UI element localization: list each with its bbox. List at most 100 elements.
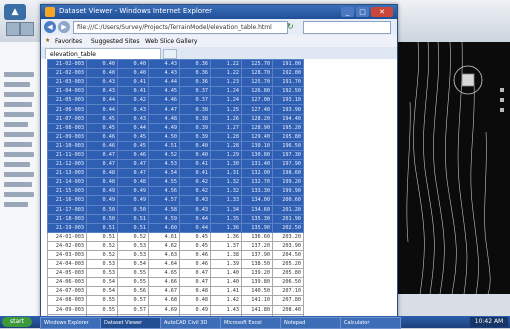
table-cell[interactable]: 0.50 xyxy=(117,204,149,215)
table-cell[interactable]: 0.48 xyxy=(117,177,149,188)
table-cell[interactable]: 0.42 xyxy=(179,186,211,197)
table-cell[interactable]: 0.44 xyxy=(179,213,211,224)
table-row[interactable]: 21-06-003 0.44 0.43 4.47 0.38 1.25 127.40 193.9… xyxy=(47,104,304,115)
table-cell[interactable]: 0.45 xyxy=(179,240,211,251)
table-row[interactable]: 21-12-003 0.47 0.47 4.53 0.41 1.30 131.40 197.9… xyxy=(47,159,304,170)
tree-item[interactable] xyxy=(4,92,34,97)
table-cell[interactable]: 0.45 xyxy=(117,140,149,151)
table-cell[interactable]: 0.47 xyxy=(179,277,211,288)
table-cell[interactable]: 4.46 xyxy=(148,95,180,106)
table-cell[interactable]: 4.45 xyxy=(148,86,180,97)
table-cell[interactable]: 126.80 xyxy=(241,86,273,97)
table-cell[interactable]: 0.43 xyxy=(117,104,149,115)
table-cell[interactable]: 198.60 xyxy=(272,168,304,179)
table-cell[interactable]: 21-13-003 xyxy=(47,168,87,179)
table-cell[interactable]: 0.49 xyxy=(86,195,118,206)
table-cell[interactable]: 127.40 xyxy=(241,104,273,115)
favorites-link[interactable]: Suggested Sites xyxy=(91,38,139,45)
table-cell[interactable]: 191.00 xyxy=(272,59,304,70)
table-cell[interactable]: 196.50 xyxy=(272,140,304,151)
table-row[interactable]: 24-08-003 0.55 0.57 4.68 0.48 1.42 141.10 207.8… xyxy=(47,295,304,306)
table-row[interactable]: 21-17-003 0.50 0.50 4.58 0.43 1.34 134.60 201.2… xyxy=(47,204,304,215)
table-cell[interactable]: 132.00 xyxy=(241,168,273,179)
table-cell[interactable]: 0.42 xyxy=(179,177,211,188)
table-row[interactable]: 21-09-003 0.46 0.45 4.50 0.39 1.28 129.40 195.8… xyxy=(47,131,304,142)
table-cell[interactable]: 195.80 xyxy=(272,131,304,142)
table-cell[interactable]: 197.30 xyxy=(272,149,304,161)
table-cell[interactable]: 203.20 xyxy=(272,231,304,242)
table-cell[interactable]: 205.20 xyxy=(272,259,304,270)
table-cell[interactable]: 24-03-003 xyxy=(47,249,87,261)
table-cell[interactable]: 201.20 xyxy=(272,204,304,215)
table-row[interactable]: 21-13-003 0.48 0.47 4.54 0.41 1.31 132.00 198.6… xyxy=(47,168,304,179)
table-row[interactable]: 21-04-003 0.43 0.41 4.45 0.37 1.24 126.80 192.5… xyxy=(47,86,304,97)
table-cell[interactable]: 0.46 xyxy=(86,131,118,142)
table-cell[interactable]: 4.52 xyxy=(148,149,180,161)
table-cell[interactable]: 0.57 xyxy=(117,295,149,306)
table-cell[interactable]: 21-16-003 xyxy=(47,195,87,206)
table-cell[interactable]: 0.55 xyxy=(86,304,118,315)
table-cell[interactable]: 127.00 xyxy=(241,95,273,106)
table-cell[interactable]: 136.60 xyxy=(241,231,273,242)
table-row[interactable]: 24-09-003 0.55 0.57 4.69 0.49 1.43 141.80 208.4… xyxy=(47,304,304,315)
table-cell[interactable]: 21-09-003 xyxy=(47,131,87,142)
table-cell[interactable]: 1.22 xyxy=(210,59,242,70)
table-cell[interactable]: 0.36 xyxy=(179,77,211,88)
table-cell[interactable]: 193.10 xyxy=(272,95,304,106)
table-cell[interactable]: 137.90 xyxy=(241,249,273,261)
table-cell[interactable]: 0.57 xyxy=(117,304,149,315)
taskbar-item[interactable]: Microsoft Excel xyxy=(220,317,281,329)
tree-item[interactable] xyxy=(4,152,34,157)
tree-item[interactable] xyxy=(4,142,32,147)
table-cell[interactable]: 4.61 xyxy=(148,231,180,242)
table-cell[interactable]: 201.90 xyxy=(272,213,304,224)
tree-item[interactable] xyxy=(4,72,34,77)
table-cell[interactable]: 0.43 xyxy=(86,86,118,97)
table-cell[interactable]: 1.28 xyxy=(210,140,242,151)
table-row[interactable]: 21-10-003 0.46 0.45 4.51 0.40 1.28 130.10 196.5… xyxy=(47,140,304,151)
table-cell[interactable]: 141.10 xyxy=(241,295,273,306)
table-cell[interactable]: 0.52 xyxy=(86,240,118,251)
table-row[interactable]: 21-18-003 0.50 0.51 4.59 0.44 1.35 135.30 201.9… xyxy=(47,213,304,224)
start-button[interactable]: start xyxy=(2,317,32,327)
table-cell[interactable]: 0.40 xyxy=(86,59,118,70)
table-cell[interactable]: 1.43 xyxy=(210,304,242,315)
table-cell[interactable]: 0.48 xyxy=(179,286,211,297)
table-cell[interactable]: 4.50 xyxy=(148,131,180,142)
browser-titlebar[interactable]: Dataset Viewer - Windows Internet Explor… xyxy=(41,5,397,19)
table-cell[interactable]: 0.41 xyxy=(179,159,211,170)
table-cell[interactable]: 4.43 xyxy=(148,68,180,79)
table-row[interactable]: 21-08-003 0.45 0.44 4.49 0.39 1.27 128.90 195.2… xyxy=(47,122,304,133)
table-cell[interactable]: 1.38 xyxy=(210,249,242,261)
table-cell[interactable]: 1.24 xyxy=(210,86,242,97)
tree-item[interactable] xyxy=(4,202,28,207)
table-row[interactable]: 21-14-003 0.48 0.48 4.55 0.42 1.32 132.70 199.2… xyxy=(47,177,304,188)
table-cell[interactable]: 0.55 xyxy=(86,295,118,306)
table-cell[interactable]: 1.23 xyxy=(210,77,242,88)
table-cell[interactable]: 24-09-003 xyxy=(47,304,87,315)
maximize-button[interactable]: □ xyxy=(356,7,369,17)
table-cell[interactable]: 4.44 xyxy=(148,77,180,88)
table-cell[interactable]: 0.44 xyxy=(117,122,149,133)
table-cell[interactable]: 0.45 xyxy=(117,131,149,142)
table-cell[interactable]: 197.90 xyxy=(272,159,304,170)
table-cell[interactable]: 0.43 xyxy=(117,113,149,124)
table-cell[interactable]: 24-01-003 xyxy=(47,231,87,242)
table-cell[interactable]: 21-02-003 xyxy=(47,68,87,79)
table-cell[interactable]: 130.80 xyxy=(241,149,273,161)
close-button[interactable]: ✕ xyxy=(371,7,393,17)
table-row[interactable]: 24-05-003 0.53 0.55 4.65 0.47 1.40 139.20 205.8… xyxy=(47,268,304,279)
tree-item[interactable] xyxy=(4,182,32,187)
table-cell[interactable]: 0.53 xyxy=(117,240,149,251)
table-cell[interactable]: 21-11-003 xyxy=(47,149,87,161)
table-cell[interactable]: 21-07-003 xyxy=(47,113,87,124)
table-cell[interactable]: 0.36 xyxy=(179,59,211,70)
back-button[interactable]: ◀ xyxy=(44,21,56,33)
table-cell[interactable]: 0.40 xyxy=(86,68,118,79)
table-cell[interactable]: 21-02-003 xyxy=(47,59,87,70)
table-cell[interactable]: 21-14-003 xyxy=(47,177,87,188)
favorites-link[interactable]: Web Slice Gallery xyxy=(145,38,197,45)
table-cell[interactable]: 24-06-003 xyxy=(47,277,87,288)
table-cell[interactable]: 195.20 xyxy=(272,122,304,133)
table-cell[interactable]: 0.38 xyxy=(179,113,211,124)
